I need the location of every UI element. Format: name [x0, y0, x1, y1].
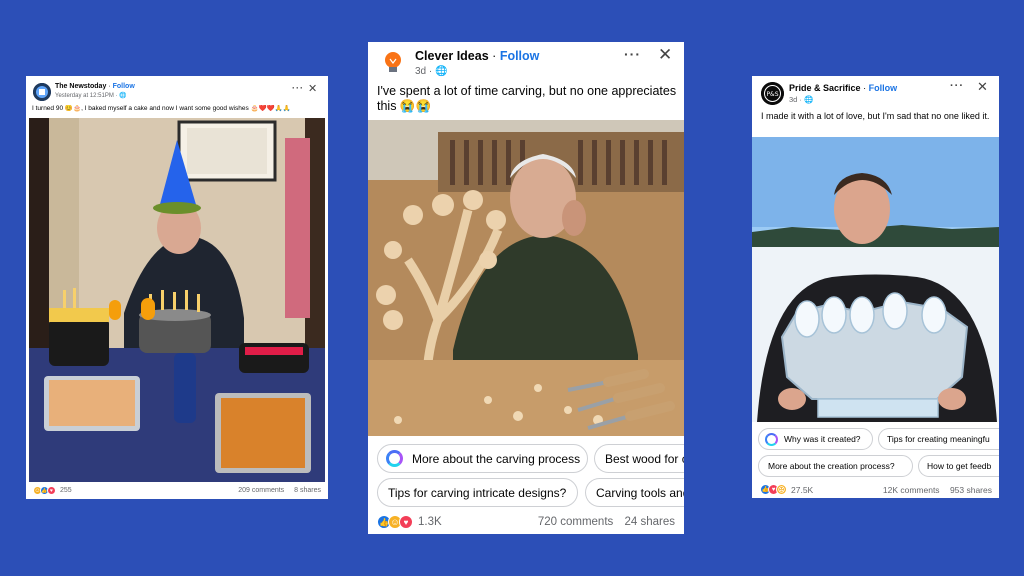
suggestion-chip-tips-meaningful[interactable]: Tips for creating meaningfu [878, 428, 999, 450]
post-caption: I've spent a lot of time carving, but no… [377, 84, 677, 113]
reactions-summary[interactable]: ☺ 👍 ♥ 255 [33, 486, 72, 495]
more-options-button[interactable]: ··· [950, 80, 964, 92]
lightbulb-icon [385, 52, 401, 72]
engagement-stats: 720 comments 24 shares [538, 516, 675, 528]
page-name-line: The Newstoday · Follow [55, 83, 135, 90]
more-options-button[interactable]: ··· [624, 46, 641, 62]
engagement-stats: 209 comments 8 shares [238, 487, 321, 494]
post-card-newstoday: The Newstoday · Follow Yesterday at 12:5… [26, 76, 328, 499]
post-timestamp[interactable]: 3d · 🌐 [415, 66, 447, 77]
post-caption: I made it with a lot of love, but I'm sa… [761, 111, 990, 121]
chip-label: More about the carving process [412, 451, 581, 466]
globe-icon: 🌐 [435, 66, 448, 77]
love-reaction-icon: ♥ [47, 486, 56, 495]
suggestion-chip-intricate-designs[interactable]: Tips for carving intricate designs? [377, 478, 578, 507]
follow-button[interactable]: Follow [500, 49, 540, 63]
globe-icon: 🌐 [804, 95, 814, 104]
post-photo[interactable] [752, 137, 999, 422]
suggestion-chip-carving-process[interactable]: More about the carving process [377, 444, 588, 473]
ice-sculpture-photo-illustration [752, 137, 999, 422]
chip-label: Why was it created? [784, 434, 861, 444]
page-name[interactable]: The Newstoday [55, 83, 106, 90]
close-button[interactable]: ✕ [658, 45, 672, 65]
suggestion-chip-carving-tools[interactable]: Carving tools and [585, 478, 684, 507]
chip-label: Best wood for c [605, 451, 684, 466]
comments-count[interactable]: 12K comments [883, 485, 940, 495]
comments-count[interactable]: 720 comments [538, 516, 613, 528]
reaction-count: 255 [60, 487, 72, 494]
follow-button[interactable]: Follow [869, 83, 898, 93]
follow-button[interactable]: Follow [113, 83, 135, 90]
reaction-count: 1.3K [418, 516, 442, 528]
separator-dot: · [863, 83, 867, 93]
pride-logo-icon: P&S [761, 82, 784, 105]
suggestion-chip-why-created[interactable]: Why was it created? [758, 428, 873, 450]
post-photo[interactable] [29, 118, 325, 482]
page-avatar[interactable]: P&S [761, 82, 784, 105]
suggestion-chip-best-wood[interactable]: Best wood for c [594, 444, 684, 473]
post-footer: 👍 ♥ ☹ 27.5K 12K comments 953 shares [760, 484, 992, 495]
suggestion-chip-feedback[interactable]: How to get feedb [918, 455, 999, 477]
engagement-stats: 12K comments 953 shares [883, 485, 992, 495]
more-options-button[interactable]: ··· [292, 83, 304, 93]
page-name-line: Pride & Sacrifice · Follow [789, 83, 897, 93]
chip-label: More about the creation process? [768, 461, 895, 471]
post-footer: ☺ 👍 ♥ 255 209 comments 8 shares [33, 486, 321, 495]
birthday-photo-illustration [29, 118, 325, 482]
page-name[interactable]: Clever Ideas [415, 49, 489, 63]
shares-count[interactable]: 8 shares [294, 487, 321, 494]
globe-icon: 🌐 [119, 93, 127, 99]
chip-label: Tips for carving intricate designs? [388, 485, 567, 500]
chip-label: Carving tools and [596, 485, 684, 500]
meta-ai-icon [386, 450, 403, 467]
separator-dot: · [492, 49, 497, 63]
chip-label: How to get feedb [927, 461, 992, 471]
reactions-summary[interactable]: 👍 ☺ ♥ 1.3K [377, 515, 442, 529]
separator-dot: · [108, 83, 111, 90]
timestamp-text: 3d [789, 95, 798, 104]
svg-text:P&S: P&S [766, 91, 778, 98]
timestamp-text: 3d [415, 66, 427, 77]
shares-count[interactable]: 24 shares [624, 516, 675, 528]
chip-label: Tips for creating meaningfu [887, 434, 990, 444]
post-timestamp[interactable]: Yesterday at 12:51PM · 🌐 [55, 92, 127, 99]
post-caption: I turned 90 😊🎂, I baked myself a cake an… [32, 105, 291, 112]
carving-photo-illustration [368, 120, 684, 436]
reaction-count: 27.5K [791, 484, 814, 495]
shares-count[interactable]: 953 shares [950, 485, 992, 495]
post-card-pride-sacrifice: P&S Pride & Sacrifice · Follow 3d · 🌐 ··… [752, 76, 999, 498]
love-reaction-icon: ♥ [399, 515, 413, 529]
post-footer: 👍 ☺ ♥ 1.3K 720 comments 24 shares [377, 515, 675, 529]
page-name[interactable]: Pride & Sacrifice [789, 83, 861, 93]
close-button[interactable]: ✕ [308, 82, 317, 95]
newspaper-logo-icon [33, 83, 51, 101]
comments-count[interactable]: 209 comments [238, 487, 284, 494]
page-name-line: Clever Ideas · Follow [415, 49, 539, 63]
close-button[interactable]: ✕ [977, 79, 988, 95]
post-timestamp[interactable]: 3d · 🌐 [789, 95, 813, 104]
meta-ai-icon [765, 432, 778, 446]
post-photo[interactable] [368, 120, 684, 436]
timestamp-text: Yesterday at 12:51PM [55, 93, 114, 99]
reactions-summary[interactable]: 👍 ♥ ☹ 27.5K [760, 484, 813, 495]
page-avatar[interactable] [379, 48, 407, 76]
haha-reaction-icon: ☹ [776, 484, 787, 495]
page-avatar[interactable] [33, 83, 51, 101]
suggestion-chip-creation-process[interactable]: More about the creation process? [758, 455, 913, 477]
post-card-clever-ideas: Clever Ideas · Follow 3d · 🌐 ··· ✕ I've … [368, 42, 684, 534]
